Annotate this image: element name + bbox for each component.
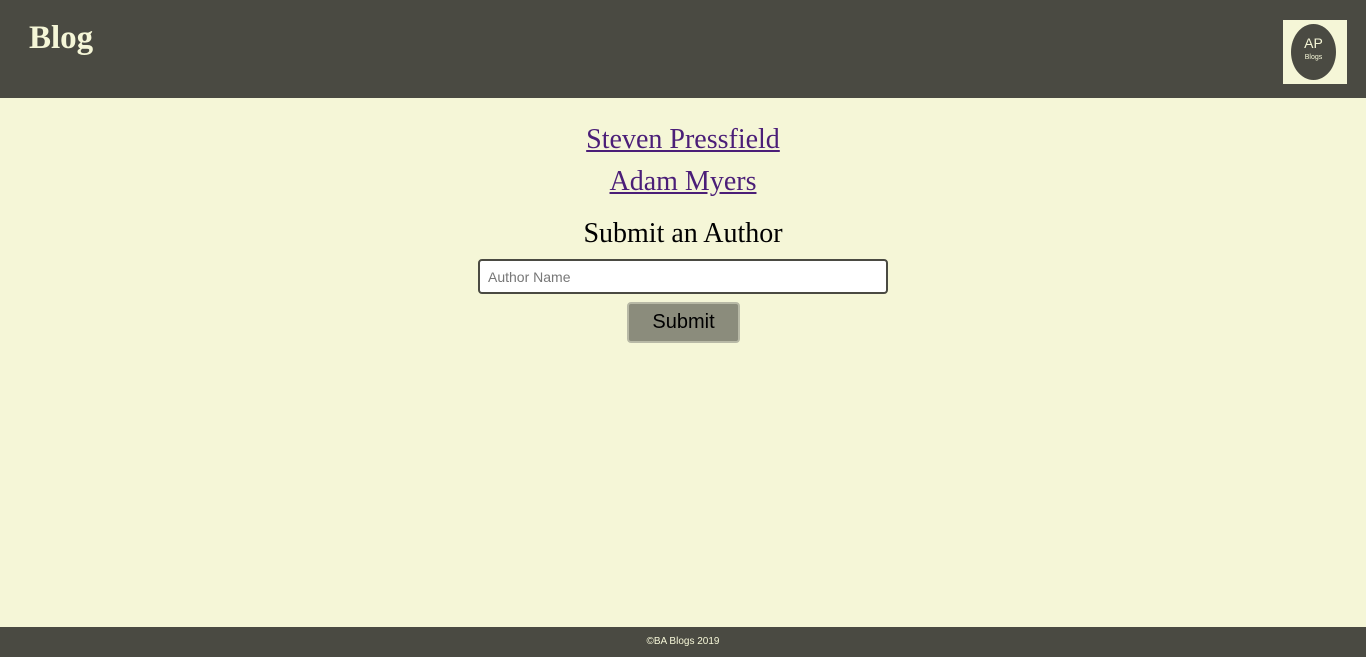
submit-author-heading: Submit an Author — [583, 218, 783, 249]
site-header: Blog AP Blogs — [0, 0, 1366, 98]
submit-button[interactable]: Submit — [627, 302, 740, 343]
logo-main-text: AP — [1304, 35, 1323, 51]
footer-copyright: ©BA Blogs 2019 — [646, 636, 720, 647]
author-list-item: Steven Pressfield — [0, 124, 1366, 156]
logo-badge: AP Blogs — [1291, 24, 1336, 80]
author-link-adam-myers[interactable]: Adam Myers — [610, 166, 757, 197]
site-footer: ©BA Blogs 2019 — [0, 627, 1366, 657]
author-link-steven-pressfield[interactable]: Steven Pressfield — [586, 124, 780, 155]
site-title: Blog — [29, 20, 94, 56]
logo[interactable]: AP Blogs — [1283, 20, 1347, 84]
author-list-item: Adam Myers — [0, 166, 1366, 198]
author-name-input[interactable] — [478, 259, 888, 294]
logo-sub-text: Blogs — [1304, 54, 1323, 61]
